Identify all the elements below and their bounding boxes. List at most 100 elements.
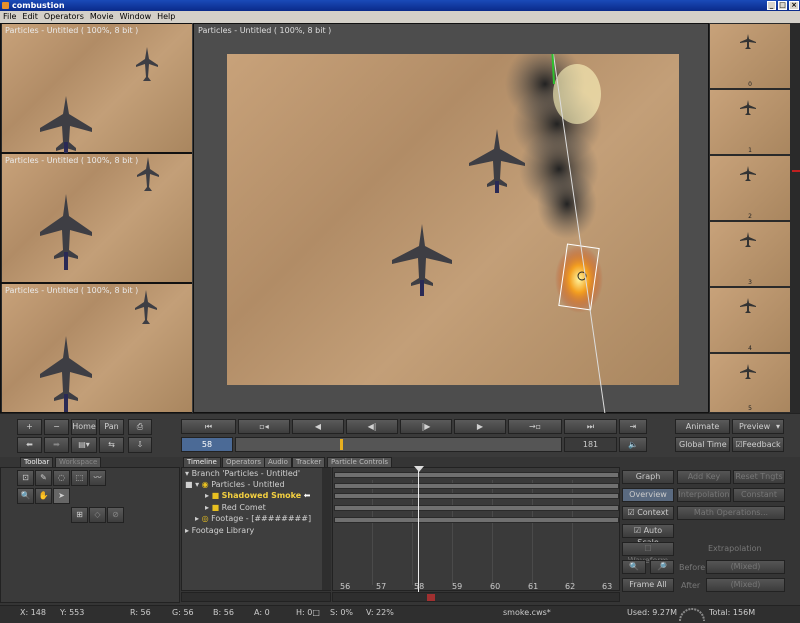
timeline-hscrollbar[interactable]: [332, 592, 620, 602]
status-a: A: 0: [254, 608, 270, 617]
view-layout-button[interactable]: ▤▾: [71, 437, 97, 453]
menu-edit[interactable]: Edit: [22, 12, 38, 21]
magnify-icon[interactable]: 🔍: [17, 488, 34, 504]
viewport-small-mid[interactable]: Particles - Untitled ( 100%, 8 bit ): [0, 153, 192, 283]
tab-toolbar[interactable]: Toolbar: [20, 457, 54, 467]
disabled-icon[interactable]: ⊘: [107, 507, 124, 523]
timeline-row[interactable]: [334, 472, 619, 478]
menu-window[interactable]: Window: [120, 12, 152, 21]
thumbnail-2[interactable]: 2: [710, 156, 790, 220]
rect-tool-icon[interactable]: ⬚: [71, 470, 88, 486]
zoom-out-button[interactable]: −: [44, 419, 69, 435]
menu-help[interactable]: Help: [157, 12, 175, 21]
tree-scrollbar[interactable]: [322, 468, 331, 590]
go-to-end-button[interactable]: ⏭: [564, 419, 617, 434]
tree-footage-library[interactable]: ▸ Footage Library: [185, 526, 254, 535]
thumbnail-0[interactable]: 0: [710, 24, 790, 88]
after-dropdown[interactable]: (Mixed): [706, 578, 785, 592]
tree-shadowed-label: Shadowed Smoke: [221, 491, 302, 500]
menu-movie[interactable]: Movie: [90, 12, 114, 21]
eye-icon[interactable]: ■: [185, 480, 193, 489]
step-back-button[interactable]: ◀|: [346, 419, 398, 434]
math-operations-button[interactable]: Math Operations...: [677, 506, 785, 520]
tab-workspace[interactable]: Workspace: [55, 457, 102, 467]
viewport-main[interactable]: Particles - Untitled ( 100%, 8 bit ): [193, 23, 709, 414]
menu-operators[interactable]: Operators: [44, 12, 84, 21]
zoom-out-icon[interactable]: 🔎: [650, 560, 674, 574]
tab-particle-controls[interactable]: Particle Controls: [327, 457, 393, 467]
back-arrow-button[interactable]: ⬅: [17, 437, 42, 453]
step-forward-key-button[interactable]: →▫: [508, 419, 562, 434]
waveform-toggle[interactable]: ☐ Waveform: [622, 542, 674, 565]
tree-footage[interactable]: ▸ ◎ Footage - [########]: [195, 514, 311, 523]
swap-button[interactable]: ⇆: [99, 437, 124, 453]
diamond-icon[interactable]: ◇: [89, 507, 106, 523]
bezier-tool-icon[interactable]: 〰: [89, 470, 106, 486]
transform-icon[interactable]: ⊞: [71, 507, 88, 523]
close-button[interactable]: ×: [789, 1, 799, 10]
ellipse-tool-icon[interactable]: ◌: [53, 470, 70, 486]
maximize-button[interactable]: □: [778, 1, 787, 10]
tree-red-comet[interactable]: ▸ ■ Red Comet: [205, 503, 266, 512]
global-time-dropdown[interactable]: Global Time: [675, 437, 730, 452]
step-back-key-button[interactable]: ▫◂: [238, 419, 290, 434]
context-toggle[interactable]: ☑ Context: [622, 506, 674, 520]
thumbnail-5[interactable]: 5: [710, 354, 790, 412]
pan-button[interactable]: Pan: [99, 419, 124, 435]
go-to-start-button[interactable]: ⏮: [181, 419, 236, 434]
animate-button[interactable]: Animate: [675, 419, 730, 434]
tab-audio[interactable]: Audio: [264, 457, 292, 467]
overview-button[interactable]: Overview: [622, 488, 674, 502]
play-reverse-button[interactable]: ◀: [292, 419, 344, 434]
tree-hscrollbar[interactable]: [181, 592, 331, 602]
tree-branch[interactable]: ▾ Branch 'Particles - Untitled': [185, 469, 300, 478]
status-v: V: 22%: [366, 608, 394, 617]
frame-all-button[interactable]: Frame All: [622, 578, 674, 592]
timeline-row[interactable]: [334, 505, 619, 511]
viewport-small-bot[interactable]: Particles - Untitled ( 100%, 8 bit ): [0, 283, 192, 413]
arrow-select-icon[interactable]: ➤: [53, 488, 70, 504]
zoom-in-button[interactable]: +: [17, 419, 42, 435]
tree-particles[interactable]: ■ ▾ ◉ Particles - Untitled: [185, 480, 285, 489]
tab-timeline[interactable]: Timeline: [183, 457, 221, 467]
auto-scale-toggle[interactable]: ☑ Auto Scale: [622, 524, 674, 547]
add-key-button[interactable]: Add Key: [677, 470, 731, 484]
forward-arrow-button[interactable]: ➡: [44, 437, 69, 453]
reset-tangents-button[interactable]: Reset Tngts: [733, 470, 785, 484]
snapshot-button[interactable]: ⎙: [128, 419, 152, 435]
thumbnail-3[interactable]: 3: [710, 222, 790, 286]
tab-tracker[interactable]: Tracker: [292, 457, 326, 467]
timeline-row[interactable]: [334, 483, 619, 489]
playhead-marker-icon[interactable]: [414, 466, 424, 472]
end-frame-field[interactable]: 181: [564, 437, 617, 452]
current-frame-field[interactable]: 58: [181, 437, 233, 452]
minimize-button[interactable]: _: [767, 1, 776, 10]
interpolation-dropdown[interactable]: Constant: [733, 488, 785, 502]
paint-tool-icon[interactable]: ✎: [35, 470, 52, 486]
timeline-row[interactable]: [334, 493, 619, 499]
time-scrubber[interactable]: [235, 437, 562, 452]
menu-file[interactable]: File: [3, 12, 16, 21]
home-button[interactable]: Home: [71, 419, 97, 435]
hand-icon[interactable]: ✋: [35, 488, 52, 504]
zoom-in-icon[interactable]: 🔍: [622, 560, 646, 574]
play-button[interactable]: ▶: [454, 419, 506, 434]
viewport-small-top[interactable]: Particles - Untitled ( 100%, 8 bit ): [0, 23, 192, 154]
thumbnail-1[interactable]: 1: [710, 90, 790, 154]
feedback-toggle[interactable]: ☑Feedback: [732, 437, 784, 452]
before-dropdown[interactable]: (Mixed): [706, 560, 785, 574]
thumbnail-4[interactable]: 4: [710, 288, 790, 352]
timeline-scroll-thumb[interactable]: [427, 594, 435, 601]
step-forward-button[interactable]: |▶: [400, 419, 452, 434]
audio-button[interactable]: 🔈: [619, 437, 647, 452]
graph-button[interactable]: Graph: [622, 470, 674, 484]
preview-dropdown[interactable]: Preview ▾: [732, 419, 784, 434]
tree-shadowed-smoke[interactable]: ▸ ■ Shadowed Smoke ⬅: [205, 491, 310, 500]
loop-button[interactable]: ⇥: [619, 419, 647, 434]
timeline-row[interactable]: [334, 517, 619, 523]
tab-operators[interactable]: Operators: [222, 457, 265, 467]
save-view-button[interactable]: ⇩: [128, 437, 152, 453]
scrubber-handle[interactable]: [340, 439, 343, 450]
selection-tool-icon[interactable]: ⊡: [17, 470, 34, 486]
viewport-label: Particles - Untitled ( 100%, 8 bit ): [5, 156, 139, 165]
